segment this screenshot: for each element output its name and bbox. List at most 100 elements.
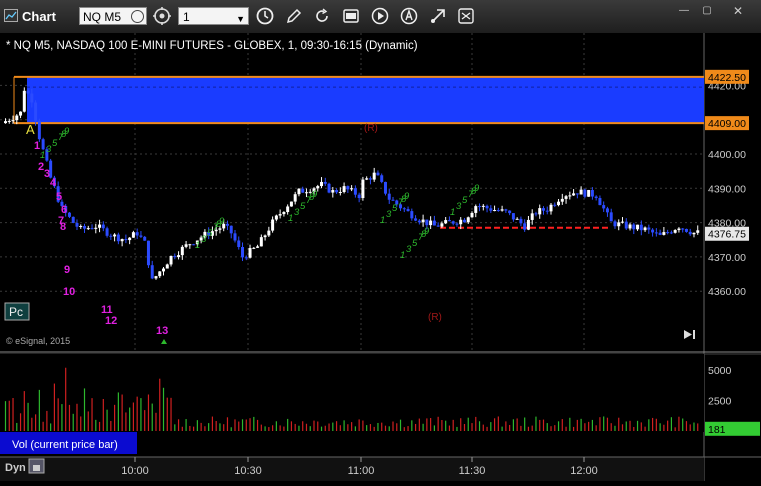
- candle-body: [131, 232, 135, 238]
- count-label-green: 1: [195, 240, 200, 251]
- candle-body: [628, 224, 632, 229]
- candle-body: [34, 102, 38, 121]
- candle-body: [380, 175, 384, 182]
- count-label-green: 9: [312, 189, 318, 200]
- cursor-icon[interactable]: [428, 6, 448, 26]
- candle-body: [71, 216, 75, 223]
- calendar-icon[interactable]: [341, 6, 361, 26]
- candle-body: [436, 225, 440, 227]
- chart-window-icon: [4, 9, 18, 22]
- candle-body: [666, 232, 670, 234]
- alert-icon[interactable]: [399, 6, 419, 26]
- interval-select[interactable]: 1 ▼: [178, 7, 249, 25]
- count-label: 9: [64, 264, 70, 276]
- refresh-icon[interactable]: [312, 6, 332, 26]
- candle-body: [605, 208, 609, 213]
- candle-body: [350, 188, 354, 190]
- candle-body: [289, 201, 293, 207]
- count-label-green: 1: [40, 150, 45, 161]
- candle-body: [417, 220, 421, 223]
- minimize-icon[interactable]: —: [674, 4, 694, 18]
- candle-body: [338, 192, 342, 194]
- text-icon[interactable]: [456, 6, 476, 26]
- candle-body: [184, 244, 188, 247]
- candle-body: [320, 181, 324, 187]
- a-label: A: [26, 122, 35, 137]
- lock-icon[interactable]: [28, 458, 45, 474]
- window-title: Chart: [22, 9, 56, 24]
- chart-area[interactable]: 4420.004410.004400.004390.004380.004370.…: [0, 33, 761, 481]
- candle-body: [636, 224, 640, 230]
- candle-body: [116, 234, 120, 242]
- count-label-green: 9: [219, 216, 225, 227]
- dyn-label[interactable]: Dyn: [5, 462, 26, 474]
- candle-body: [357, 194, 361, 198]
- link-icon[interactable]: [152, 6, 172, 26]
- close-icon[interactable]: ✕: [720, 4, 756, 18]
- candle-body: [647, 227, 651, 230]
- candle-body: [557, 201, 561, 206]
- candle-body: [165, 264, 169, 269]
- r-label: (R): [428, 312, 442, 323]
- candle-body: [90, 228, 94, 230]
- candle-body: [293, 194, 297, 202]
- clock-icon[interactable]: [255, 6, 275, 26]
- candle-body: [19, 111, 23, 116]
- candle-body: [11, 120, 15, 122]
- symbol-input[interactable]: NQ M5: [79, 7, 147, 25]
- pencil-icon[interactable]: [284, 6, 304, 26]
- price-tag-label: 4422.50: [708, 72, 746, 84]
- price-tick-label: 4360.00: [708, 286, 746, 298]
- candle-body: [263, 235, 267, 238]
- candle-body: [530, 213, 534, 220]
- price-tick-label: 4400.00: [708, 149, 746, 161]
- candle-body: [154, 276, 158, 279]
- candle-body: [7, 120, 11, 122]
- candle-body: [158, 271, 162, 277]
- chart-svg[interactable]: 4420.004410.004400.004390.004380.004370.…: [0, 33, 761, 481]
- candle-body: [361, 179, 365, 198]
- volume-tick-label: 2500: [708, 396, 732, 408]
- candle-body: [22, 90, 26, 112]
- candle-body: [4, 121, 7, 124]
- candle-body: [252, 247, 256, 249]
- candle-body: [233, 233, 237, 241]
- candle-body: [447, 220, 451, 222]
- candle-body: [67, 212, 71, 217]
- candle-body: [568, 195, 572, 197]
- candle-body: [541, 208, 545, 211]
- candle-body: [673, 230, 677, 233]
- candle-body: [459, 219, 463, 225]
- candle-body: [410, 211, 414, 219]
- maximize-icon[interactable]: ▢: [697, 4, 717, 18]
- candle-body: [474, 206, 478, 213]
- candle-body: [365, 178, 369, 180]
- chevron-down-icon[interactable]: ▼: [236, 10, 245, 28]
- price-tick-label: 4370.00: [708, 252, 746, 264]
- candle-body: [553, 204, 557, 206]
- copyright: © eSignal, 2015: [6, 336, 70, 346]
- r-label: (R): [364, 123, 378, 134]
- candle-body: [575, 193, 579, 195]
- candle-body: [598, 198, 602, 206]
- candle-body: [368, 178, 372, 180]
- search-icon[interactable]: [131, 10, 144, 23]
- candle-body: [534, 213, 538, 215]
- candle-body: [274, 215, 278, 220]
- play-icon[interactable]: [370, 6, 390, 26]
- candle-body: [177, 255, 181, 258]
- volume-pane[interactable]: [0, 354, 704, 432]
- candle-body: [579, 189, 583, 195]
- candle-body: [692, 232, 696, 235]
- candle-body: [241, 247, 245, 258]
- candle-body: [440, 223, 444, 227]
- count-label-green: 1: [288, 213, 293, 224]
- candle-body: [98, 224, 102, 228]
- candle-body: [75, 222, 79, 227]
- candle-body: [113, 234, 117, 237]
- candle-body: [602, 205, 606, 209]
- candle-body: [481, 205, 485, 207]
- candle-body: [421, 219, 425, 223]
- time-tick-label: 10:30: [234, 465, 262, 477]
- candle-body: [188, 244, 192, 246]
